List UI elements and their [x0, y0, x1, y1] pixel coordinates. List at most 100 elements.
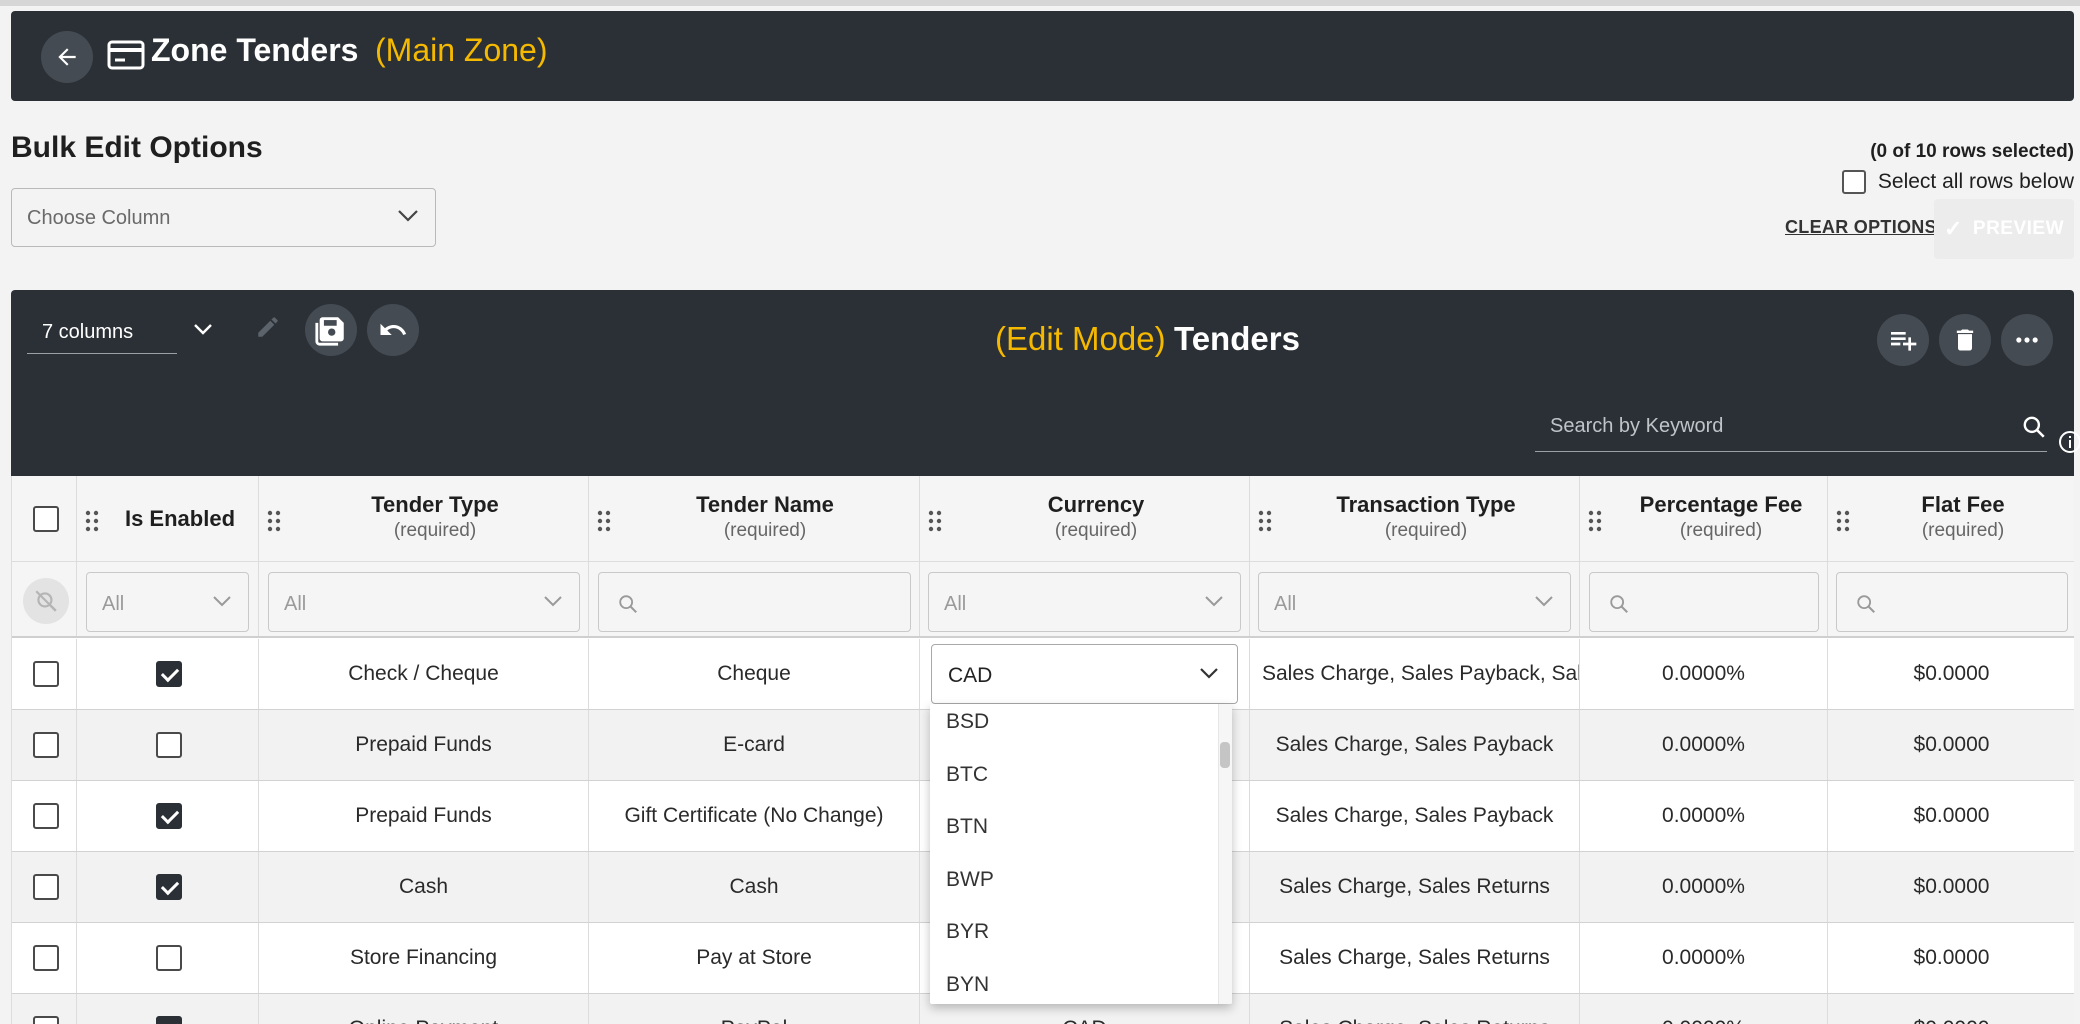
is-enabled-checkbox[interactable]: [156, 803, 182, 829]
column-divider: [258, 562, 259, 636]
undo-button[interactable]: [367, 304, 419, 356]
percentage-fee-search[interactable]: [1589, 572, 1819, 632]
currency-option[interactable]: BYR: [946, 920, 989, 944]
column-title: Transaction Type: [1336, 492, 1516, 517]
column-required: (required): [1679, 520, 1763, 541]
header-select-checkbox[interactable]: [33, 506, 59, 532]
chevron-down-icon: [398, 210, 418, 222]
column-divider: [76, 923, 77, 993]
back-button[interactable]: [41, 31, 93, 83]
flat-fee-cell: $0.0000: [1913, 662, 1990, 685]
column-divider: [76, 562, 77, 636]
tender-type-cell: Prepaid Funds: [355, 804, 492, 827]
more-horizontal-icon: [2016, 337, 2038, 343]
is-enabled-checkbox[interactable]: [156, 945, 182, 971]
search-icon: [2023, 416, 2045, 438]
is-enabled-filter[interactable]: All: [86, 572, 249, 632]
select-all-checkbox[interactable]: [1841, 170, 1866, 194]
column-divider: [1579, 562, 1580, 636]
tender-name-cell: PayPal: [589, 994, 919, 1024]
select-all-rows[interactable]: Select all rows below: [1841, 170, 2074, 194]
row-select-checkbox[interactable]: [33, 1016, 59, 1024]
currency-option[interactable]: BWP: [946, 868, 994, 892]
flat-fee-search[interactable]: [1836, 572, 2068, 632]
row-select-checkbox[interactable]: [33, 732, 59, 758]
preview-button[interactable]: ✓ PREVIEW: [1934, 199, 2074, 259]
choose-column-select[interactable]: Choose Column: [11, 188, 436, 247]
playlist-add-icon: [1891, 332, 1917, 351]
column-header-flat-fee[interactable]: Flat Fee (required): [1851, 476, 2074, 562]
column-title: Tender Type: [371, 492, 499, 517]
currency-select[interactable]: CAD: [931, 644, 1238, 704]
keyword-search: [1535, 402, 2047, 452]
row-select-checkbox[interactable]: [33, 803, 59, 829]
columns-select-label: 7 columns: [42, 321, 134, 343]
select-all-label: Select all rows below: [1877, 170, 2074, 193]
transaction-type-cell: Sales Charge, Sales Payback: [1275, 733, 1554, 756]
clear-options-link[interactable]: CLEAR OPTIONS: [1785, 217, 1937, 238]
column-header-percentage-fee[interactable]: Percentage Fee (required): [1603, 476, 1839, 562]
currency-option[interactable]: BYN: [946, 973, 989, 997]
column-divider: [1249, 476, 1250, 561]
is-enabled-checkbox[interactable]: [156, 732, 182, 758]
chevron-down-icon: [1205, 596, 1223, 607]
column-header-is-enabled[interactable]: Is Enabled: [100, 476, 260, 562]
table-row[interactable]: Check / Cheque Cheque CAD Sales Charge, …: [12, 639, 2074, 710]
currency-option[interactable]: BTC: [946, 763, 988, 787]
column-divider: [588, 562, 589, 636]
column-divider: [919, 639, 920, 709]
column-header-currency[interactable]: Currency (required): [943, 476, 1249, 562]
preview-label: PREVIEW: [1972, 218, 2065, 239]
top-edge: [0, 0, 2080, 6]
search-input[interactable]: [1535, 408, 1985, 444]
currency-option[interactable]: BSD: [946, 710, 989, 734]
currency-option[interactable]: BTN: [946, 815, 988, 839]
add-row-button[interactable]: [1877, 314, 1929, 366]
tender-name-search[interactable]: [598, 572, 911, 632]
columns-select[interactable]: 7 columns: [27, 310, 177, 354]
row-select-checkbox[interactable]: [33, 874, 59, 900]
column-title: Percentage Fee: [1639, 492, 1803, 517]
drag-handle-icon: [1588, 510, 1602, 532]
delete-button[interactable]: [1939, 314, 1991, 366]
column-divider: [1827, 562, 1828, 636]
column-divider: [1249, 562, 1250, 636]
tender-type-cell: Online Payment: [259, 994, 588, 1024]
column-required: (required): [1384, 520, 1468, 541]
more-options-button[interactable]: [2001, 314, 2053, 366]
column-divider: [919, 781, 920, 851]
save-button[interactable]: [305, 304, 357, 356]
scrollbar-thumb[interactable]: [1220, 742, 1230, 768]
chevron-down-icon: [544, 596, 562, 607]
clear-filters-button[interactable]: [23, 578, 69, 624]
column-title: Tender Name: [696, 492, 834, 517]
column-divider: [76, 781, 77, 851]
drag-handle-icon: [928, 510, 942, 532]
is-enabled-checkbox[interactable]: [156, 874, 182, 900]
transaction-type-cell: Sales Charge, Sales Payback, Sales Retur…: [1262, 662, 1579, 685]
chevron-down-icon: [1200, 668, 1218, 679]
drag-handle-icon: [267, 510, 281, 532]
flat-fee-cell: $0.0000: [1828, 994, 2074, 1024]
is-enabled-checkbox[interactable]: [156, 1016, 182, 1024]
tender-name-cell: Pay at Store: [696, 946, 812, 969]
tender-name-cell: Gift Certificate (No Change): [624, 804, 884, 827]
dropdown-scrollbar[interactable]: [1218, 704, 1232, 1004]
column-divider: [76, 476, 77, 561]
bulk-edit-title: Bulk Edit Options: [11, 131, 263, 164]
drag-handle-icon: [1836, 510, 1850, 532]
row-select-checkbox[interactable]: [33, 945, 59, 971]
column-header-transaction-type[interactable]: Transaction Type (required): [1273, 476, 1579, 562]
tender-type-cell: Check / Cheque: [348, 662, 499, 685]
column-title: Flat Fee: [1921, 492, 2005, 517]
is-enabled-checkbox[interactable]: [156, 661, 182, 687]
column-header-tender-type[interactable]: Tender Type (required): [282, 476, 588, 562]
column-header-tender-name[interactable]: Tender Name (required): [612, 476, 918, 562]
currency-filter[interactable]: All: [928, 572, 1241, 632]
row-select-checkbox[interactable]: [33, 661, 59, 687]
column-divider: [76, 639, 77, 709]
tender-type-filter[interactable]: All: [268, 572, 580, 632]
column-title: Currency: [1047, 492, 1145, 517]
transaction-type-filter[interactable]: All: [1258, 572, 1571, 632]
filter-off-icon: [35, 590, 57, 612]
